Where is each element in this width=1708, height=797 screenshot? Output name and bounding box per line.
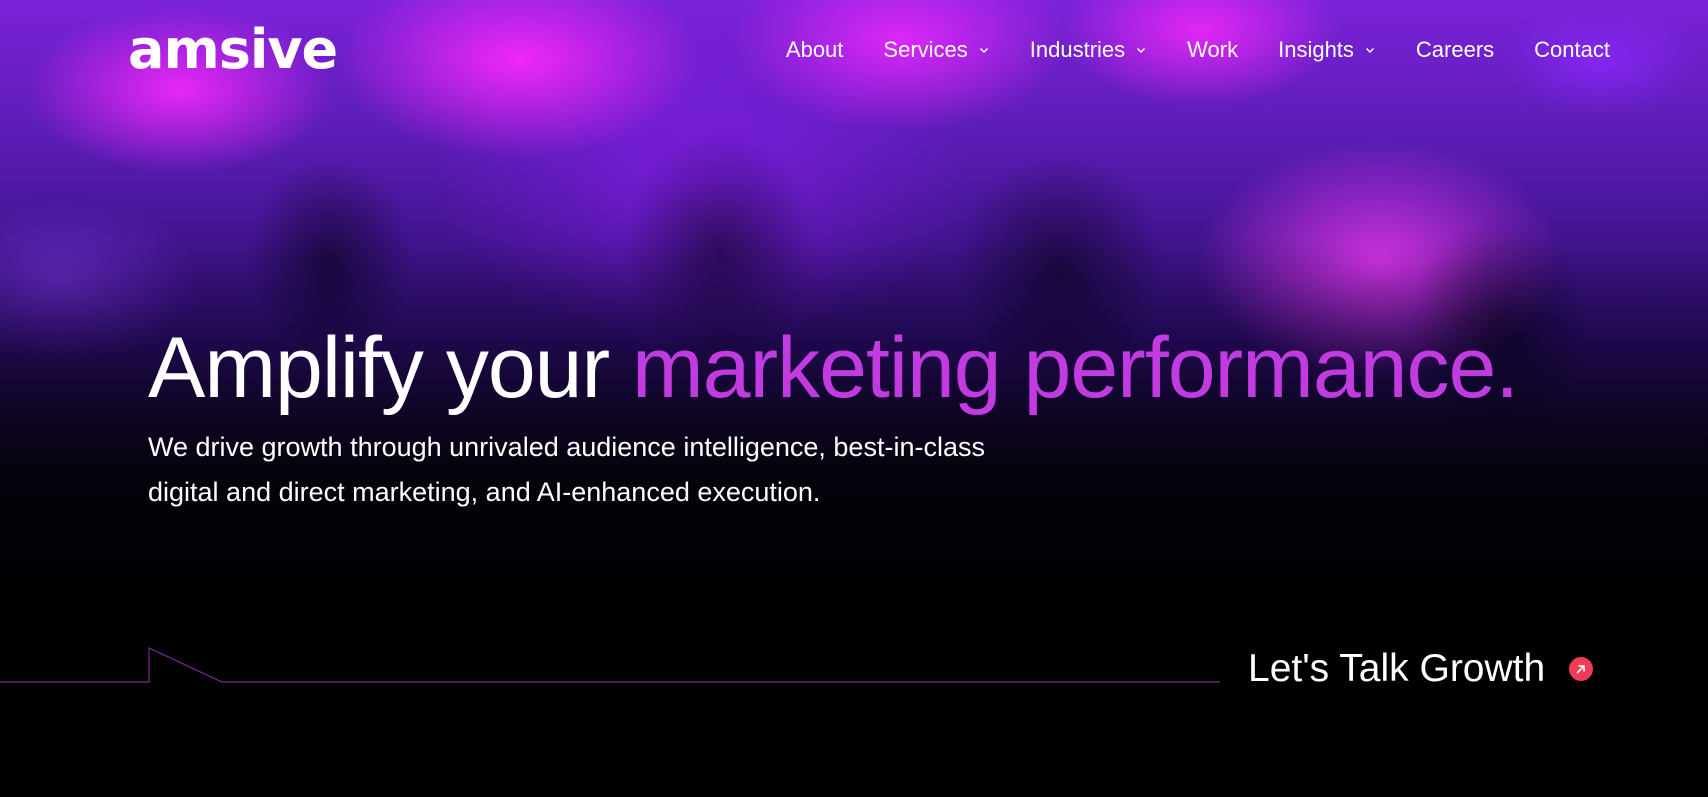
chevron-down-icon xyxy=(1364,44,1376,56)
amsive-logo[interactable]: amsive xyxy=(128,18,338,82)
nav-item-insights[interactable]: Insights xyxy=(1278,32,1376,68)
lets-talk-growth-button[interactable]: Let's Talk Growth xyxy=(1248,643,1594,695)
nav-item-industries[interactable]: Industries xyxy=(1030,32,1147,68)
nav-item-label: Services xyxy=(883,37,968,62)
chevron-down-icon xyxy=(1135,44,1147,56)
arrow-up-right-icon xyxy=(1569,657,1594,681)
headline-white-part: Amplify your xyxy=(148,320,633,416)
nav-item-label: About xyxy=(785,37,844,62)
cta-label: Let's Talk Growth xyxy=(1248,647,1546,690)
nav-item-about[interactable]: About xyxy=(786,32,844,68)
chevron-down-icon xyxy=(978,44,990,56)
hero-subtext: We drive growth through unrivaled audien… xyxy=(148,432,985,507)
nav-item-label: Insights xyxy=(1278,37,1354,62)
hero-section: amsive About Services Industries Work In… xyxy=(0,0,1708,797)
hero-headline: Amplify your marketing performance. xyxy=(148,318,1519,418)
nav-item-services[interactable]: Services xyxy=(883,32,989,68)
nav-item-work[interactable]: Work xyxy=(1187,32,1238,68)
nav-item-label: Careers xyxy=(1415,37,1495,62)
nav-item-label: Industries xyxy=(1029,37,1126,62)
headline-accent-part: marketing performance. xyxy=(632,320,1519,416)
decorative-line xyxy=(0,647,1220,683)
nav-item-contact[interactable]: Contact xyxy=(1534,32,1610,68)
main-nav: About Services Industries Work Insights … xyxy=(746,32,1610,68)
nav-item-label: Contact xyxy=(1534,37,1610,62)
nav-item-label: Work xyxy=(1187,37,1239,62)
nav-item-careers[interactable]: Careers xyxy=(1416,32,1494,68)
